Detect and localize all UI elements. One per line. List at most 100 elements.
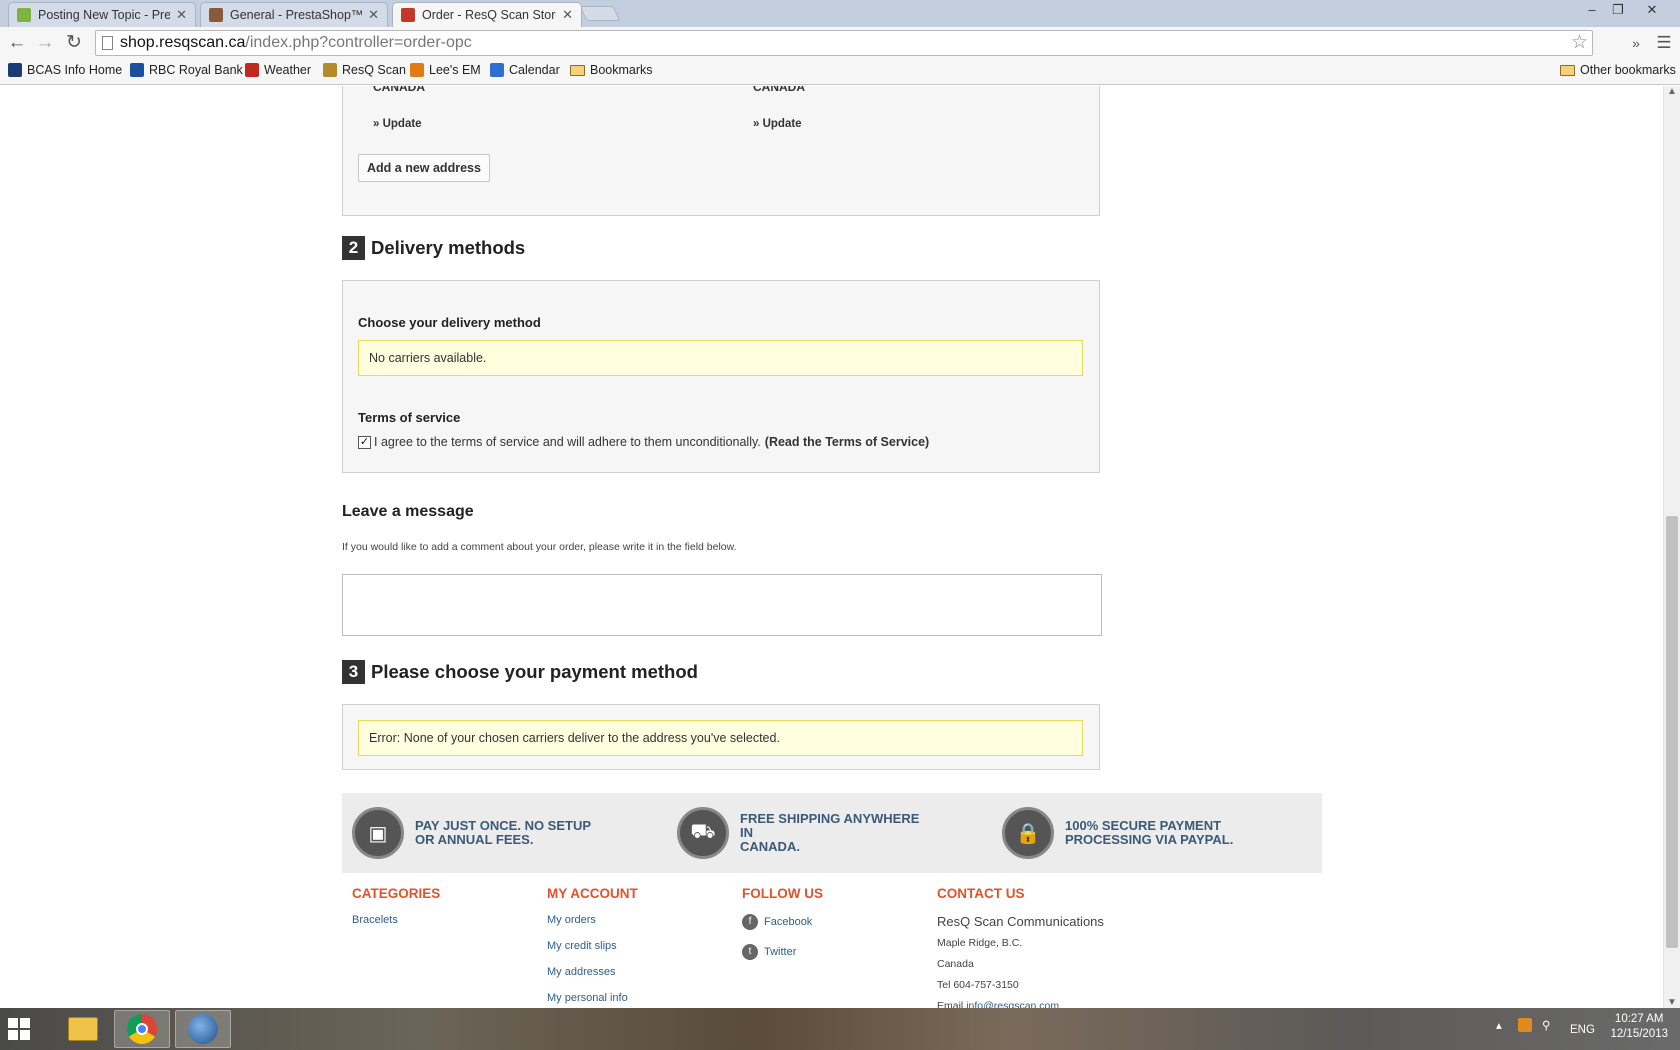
cp-logo-icon: [410, 63, 424, 77]
bookmark-lees-em[interactable]: Lee's EM: [410, 63, 481, 77]
rbc-logo-icon: [130, 63, 144, 77]
bookmark-bcas-info-home[interactable]: BCAS Info Home: [8, 63, 122, 77]
address-path: /index.php?controller=order-opc: [245, 34, 472, 51]
facebook-icon: f: [742, 914, 758, 930]
tab-close-icon[interactable]: ✕: [562, 7, 573, 23]
folder-icon: [68, 1017, 98, 1041]
invoice-address-country: CANADA: [753, 86, 805, 94]
store-favicon-icon: [401, 8, 415, 22]
back-button[interactable]: ←: [5, 31, 29, 55]
footer-heading: CONTACT US: [937, 886, 1025, 901]
terms-agreement-text: I agree to the terms of service and will…: [374, 435, 761, 449]
contact-email-link[interactable]: info@resqscan.com: [966, 1000, 1059, 1008]
footer-my-account: MY ACCOUNT My orders My credit slips My …: [547, 886, 638, 1008]
step-number-badge: 2: [342, 236, 365, 260]
footer-link-my-credit-slips[interactable]: My credit slips: [547, 940, 638, 952]
bookmark-resq-scan[interactable]: ResQ Scan: [323, 63, 406, 77]
tab-posting-new-topic[interactable]: Posting New Topic - Prest ✕: [8, 2, 196, 27]
read-terms-link[interactable]: (Read the Terms of Service): [765, 435, 929, 449]
bookmark-calendar[interactable]: Calendar: [490, 63, 560, 77]
show-hidden-icons-icon[interactable]: ▴: [1496, 1018, 1502, 1032]
order-message-textarea[interactable]: [342, 574, 1102, 636]
bookmark-label: RBC Royal Bank: [149, 63, 243, 77]
thunderbird-taskbar-button[interactable]: [175, 1010, 231, 1048]
footer-contact-us: CONTACT US ResQ Scan Communications Mapl…: [937, 886, 1104, 1008]
chrome-taskbar-button[interactable]: [114, 1010, 170, 1048]
bookmark-folder-bookmarks[interactable]: Bookmarks: [570, 63, 653, 77]
reload-button[interactable]: ↻: [62, 31, 86, 55]
resq-scan-icon: [323, 63, 337, 77]
bookmark-label: ResQ Scan: [342, 63, 406, 77]
tab-close-icon[interactable]: ✕: [176, 7, 187, 23]
bookmark-label: Other bookmarks: [1580, 63, 1676, 77]
page-scrollbar[interactable]: ▲ ▼: [1663, 86, 1680, 1008]
extensions-chevron-icon[interactable]: »: [1624, 31, 1648, 55]
footer-link-facebook[interactable]: f Facebook: [742, 914, 823, 930]
no-carriers-warning: No carriers available.: [358, 340, 1083, 376]
windows-start-icon[interactable]: [8, 1018, 30, 1040]
payment-method-heading: 3 Please choose your payment method: [342, 660, 698, 684]
add-new-address-button[interactable]: Add a new address: [358, 154, 490, 182]
credit-card-icon: ▣: [352, 807, 404, 859]
folder-icon: [570, 64, 585, 76]
feature-secure-payment: 🔒 100% SECURE PAYMENT PROCESSING VIA PAYP…: [1002, 807, 1255, 859]
footer-link-label: Twitter: [764, 946, 797, 958]
prestashop-favicon-icon: [17, 8, 31, 22]
network-icon[interactable]: ⚲: [1542, 1018, 1550, 1032]
windows-taskbar: ▴ ⚲ ENG 10:27 AM 12/15/2013: [0, 1008, 1680, 1050]
tray-app-icon[interactable]: [1518, 1018, 1532, 1032]
footer-link-my-orders[interactable]: My orders: [547, 914, 638, 926]
tab-close-icon[interactable]: ✕: [368, 7, 379, 23]
folder-icon: [1560, 64, 1575, 76]
footer-follow-us: FOLLOW US f Facebook t Twitter: [742, 886, 823, 974]
address-domain: shop.resqscan.ca: [120, 34, 246, 51]
feature-text-line: FREE SHIPPING ANYWHERE IN: [740, 811, 920, 840]
scrollbar-thumb[interactable]: [1666, 516, 1678, 948]
tab-general-prestashop[interactable]: General - PrestaShop™ ✕: [200, 2, 388, 27]
bookmark-star-icon[interactable]: ☆: [1571, 31, 1588, 55]
forward-button[interactable]: →: [33, 31, 57, 55]
chrome-icon: [127, 1014, 157, 1044]
delivery-methods-heading: 2 Delivery methods: [342, 236, 525, 260]
close-window-button[interactable]: ✕: [1636, 0, 1668, 22]
terms-checkbox[interactable]: ✓: [358, 435, 371, 449]
tab-order-resq-scan[interactable]: Order - ResQ Scan Store ✕: [392, 2, 582, 27]
lock-icon: 🔒: [1002, 807, 1054, 859]
bookmark-label: Calendar: [509, 63, 560, 77]
new-tab-button[interactable]: [579, 6, 621, 21]
update-delivery-address-link[interactable]: » Update: [373, 118, 422, 130]
footer-heading: CATEGORIES: [352, 886, 441, 901]
page-viewport: CANADA CANADA » Update » Update Add a ne…: [0, 86, 1663, 1008]
twitter-icon: t: [742, 944, 758, 960]
clock-time: 10:27 AM: [1614, 1013, 1664, 1025]
other-bookmarks-folder[interactable]: Other bookmarks: [1560, 63, 1676, 77]
address-bar[interactable]: shop.resqscan.ca/index.php?controller=or…: [95, 30, 1593, 56]
chrome-menu-icon[interactable]: ☰: [1652, 31, 1676, 55]
bookmark-label: Lee's EM: [429, 63, 481, 77]
contact-country: Canada: [937, 958, 974, 970]
bookmarks-bar: BCAS Info Home RBC Royal Bank Weather Re…: [0, 59, 1680, 85]
truck-icon: ⛟: [677, 807, 729, 859]
input-language-indicator[interactable]: ENG: [1570, 1024, 1595, 1036]
footer-link-bracelets[interactable]: Bracelets: [352, 914, 440, 926]
feature-text-line: PAY JUST ONCE. NO SETUP: [415, 818, 592, 833]
address-section: [342, 86, 1100, 216]
browser-toolbar: ← → ↻ shop.resqscan.ca/index.php?control…: [0, 27, 1680, 59]
scroll-down-arrow-icon[interactable]: ▼: [1664, 997, 1680, 1008]
restore-button[interactable]: ❐: [1602, 0, 1634, 22]
bookmark-rbc-royal-bank[interactable]: RBC Royal Bank: [130, 63, 243, 77]
taskbar-clock[interactable]: 10:27 AM 12/15/2013: [1610, 1012, 1668, 1042]
feature-text-line: OR ANNUAL FEES.: [415, 832, 534, 847]
footer-link-twitter[interactable]: t Twitter: [742, 944, 823, 960]
delivery-address-country: CANADA: [373, 86, 425, 94]
choose-delivery-label: Choose your delivery method: [358, 315, 541, 330]
footer-link-my-addresses[interactable]: My addresses: [547, 966, 638, 978]
file-explorer-taskbar-button[interactable]: [55, 1010, 111, 1048]
feature-pay-once: ▣ PAY JUST ONCE. NO SETUP OR ANNUAL FEES.: [352, 807, 605, 859]
bookmark-weather[interactable]: Weather: [245, 63, 311, 77]
footer-link-my-personal-info[interactable]: My personal info: [547, 992, 638, 1004]
footer-categories: CATEGORIES Bracelets: [352, 886, 440, 940]
scroll-up-arrow-icon[interactable]: ▲: [1664, 86, 1680, 97]
update-invoice-address-link[interactable]: » Update: [753, 118, 802, 130]
leave-message-title: Leave a message: [342, 503, 474, 520]
